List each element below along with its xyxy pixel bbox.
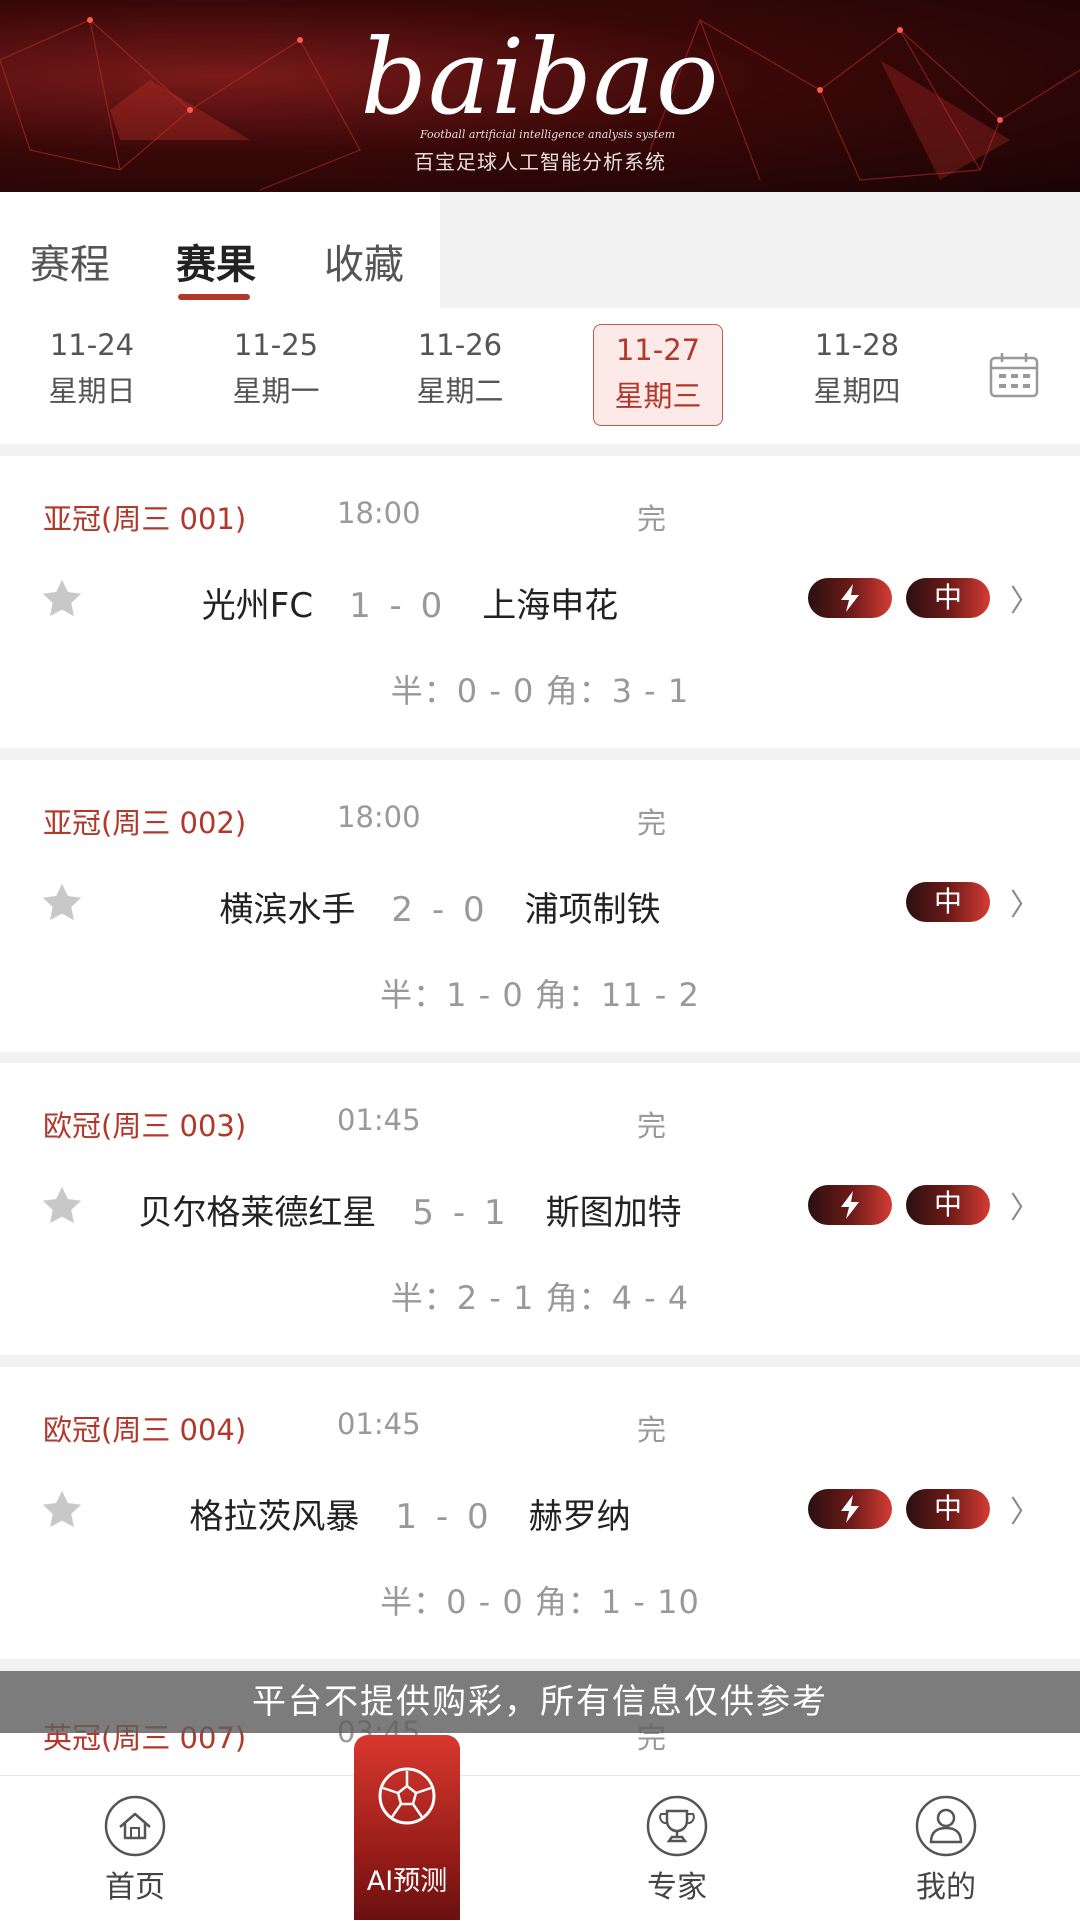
date-item[interactable]: 11-26 星期二	[390, 322, 530, 414]
match-status: 完	[637, 1109, 667, 1143]
lightning-icon[interactable]	[808, 1489, 892, 1529]
date-label: 11-24	[49, 328, 135, 362]
league-label: 欧冠(周三 003)	[43, 1109, 247, 1143]
home-team: 贝尔格莱德红星	[138, 1193, 377, 1233]
active-tab-indicator	[178, 294, 250, 300]
date-label: 11-25	[233, 328, 319, 362]
league-label: 亚冠(周三 002)	[43, 806, 247, 840]
weekday-label: 星期三	[614, 379, 702, 413]
half-time-corners: 半：0 - 0 角：1 - 10	[380, 1583, 700, 1621]
match-status: 完	[637, 1413, 667, 1447]
chevron-right-icon[interactable]: 〉	[1010, 576, 1040, 620]
logo-subtitle-en: Football artificial intelligence analysi…	[420, 128, 676, 141]
date-item[interactable]: 11-24 星期日	[22, 322, 162, 414]
lightning-icon[interactable]	[808, 1185, 892, 1225]
weekday-label: 星期一	[232, 374, 320, 408]
nav-label: AI预测	[366, 1866, 448, 1897]
match-card[interactable]: 亚冠(周三 002) 18:00 完 横滨水手 2 - 0 浦项制铁 中 〉 半：1…	[0, 760, 1080, 1052]
weekday-label: 星期四	[813, 374, 901, 408]
nav-label: 我的	[916, 1870, 976, 1905]
match-teams: 光州FC 1 - 0 上海申花	[0, 578, 820, 627]
prediction-badge[interactable]: 中	[906, 578, 990, 618]
date-item-selected[interactable]: 11-27 星期三	[593, 324, 723, 426]
soccer-ball-icon	[378, 1767, 436, 1825]
user-icon	[915, 1795, 977, 1857]
date-item[interactable]: 11-25 星期一	[206, 322, 346, 414]
match-teams: 横滨水手 2 - 0 浦项制铁	[0, 882, 880, 931]
away-team: 赫罗纳	[528, 1497, 631, 1537]
nav-mine[interactable]: 我的	[846, 1776, 1046, 1921]
match-time: 01:45	[337, 1103, 421, 1137]
app-logo: baibao	[360, 16, 720, 138]
match-score: 5 - 1	[412, 1193, 510, 1233]
chevron-right-icon[interactable]: 〉	[1010, 880, 1040, 924]
home-team: 横滨水手	[219, 890, 356, 930]
home-team: 光州FC	[201, 586, 314, 626]
nav-home[interactable]: 首页	[35, 1776, 235, 1921]
tab-bar: 赛程 赛果 收藏	[0, 192, 1080, 308]
nav-label: 首页	[105, 1870, 165, 1905]
tab-results[interactable]: 赛果	[176, 232, 256, 290]
tab-schedule[interactable]: 赛程	[30, 232, 110, 290]
weekday-label: 星期二	[416, 374, 504, 408]
home-icon	[104, 1795, 166, 1857]
tab-favorites[interactable]: 收藏	[324, 232, 404, 290]
home-team: 格拉茨风暴	[189, 1497, 360, 1537]
nav-ai-prediction[interactable]: AI预测	[354, 1735, 460, 1920]
league-label: 欧冠(周三 004)	[43, 1413, 247, 1447]
date-item[interactable]: 11-28 星期四	[787, 322, 927, 414]
date-selector: 11-24 星期日 11-25 星期一 11-26 星期二 11-27 星期三 …	[0, 308, 1080, 444]
away-team: 浦项制铁	[524, 890, 661, 930]
bottom-nav: 首页 专家 我的	[0, 1775, 1080, 1921]
match-score: 1 - 0	[349, 586, 447, 626]
league-label: 亚冠(周三 001)	[43, 502, 247, 536]
match-time: 01:45	[337, 1407, 421, 1441]
match-status: 完	[637, 502, 667, 536]
date-label: 11-28	[814, 328, 900, 362]
date-label: 11-27	[615, 333, 701, 367]
match-score: 1 - 0	[395, 1497, 493, 1537]
half-time-corners: 半：0 - 0 角：3 - 1	[390, 672, 690, 710]
chevron-right-icon[interactable]: 〉	[1010, 1487, 1040, 1531]
prediction-badge[interactable]: 中	[906, 1185, 990, 1225]
logo-subtitle-cn: 百宝足球人工智能分析系统	[414, 150, 666, 174]
match-card[interactable]: 欧冠(周三 004) 01:45 完 格拉茨风暴 1 - 0 赫罗纳 中 〉 半：0…	[0, 1367, 1080, 1659]
match-time: 18:00	[337, 496, 421, 530]
weekday-label: 星期日	[48, 374, 136, 408]
calendar-icon[interactable]	[988, 352, 1040, 400]
date-label: 11-26	[417, 328, 503, 362]
half-time-corners: 半：2 - 1 角：4 - 4	[390, 1279, 690, 1317]
match-card[interactable]: 欧冠(周三 003) 01:45 完 贝尔格莱德红星 5 - 1 斯图加特 中 〉 …	[0, 1063, 1080, 1355]
match-score: 2 - 0	[391, 890, 489, 930]
match-card[interactable]: 亚冠(周三 001) 18:00 完 光州FC 1 - 0 上海申花 中 〉 半：0…	[0, 456, 1080, 748]
trophy-icon	[646, 1795, 708, 1857]
nav-experts[interactable]: 专家	[577, 1776, 777, 1921]
match-teams: 贝尔格莱德红星 5 - 1 斯图加特	[0, 1185, 820, 1234]
prediction-badge[interactable]: 中	[906, 882, 990, 922]
prediction-badge[interactable]: 中	[906, 1489, 990, 1529]
disclaimer-notice: 平台不提供购彩，所有信息仅供参考	[0, 1671, 1080, 1733]
match-status: 完	[637, 806, 667, 840]
nav-label: 专家	[647, 1870, 707, 1905]
match-teams: 格拉茨风暴 1 - 0 赫罗纳	[0, 1489, 820, 1538]
away-team: 斯图加特	[545, 1193, 682, 1233]
away-team: 上海申花	[482, 586, 619, 626]
match-time: 18:00	[337, 800, 421, 834]
lightning-icon[interactable]	[808, 578, 892, 618]
chevron-right-icon[interactable]: 〉	[1010, 1183, 1040, 1227]
half-time-corners: 半：1 - 0 角：11 - 2	[380, 976, 700, 1014]
header-banner: baibao Football artificial intelligence …	[0, 0, 1080, 192]
